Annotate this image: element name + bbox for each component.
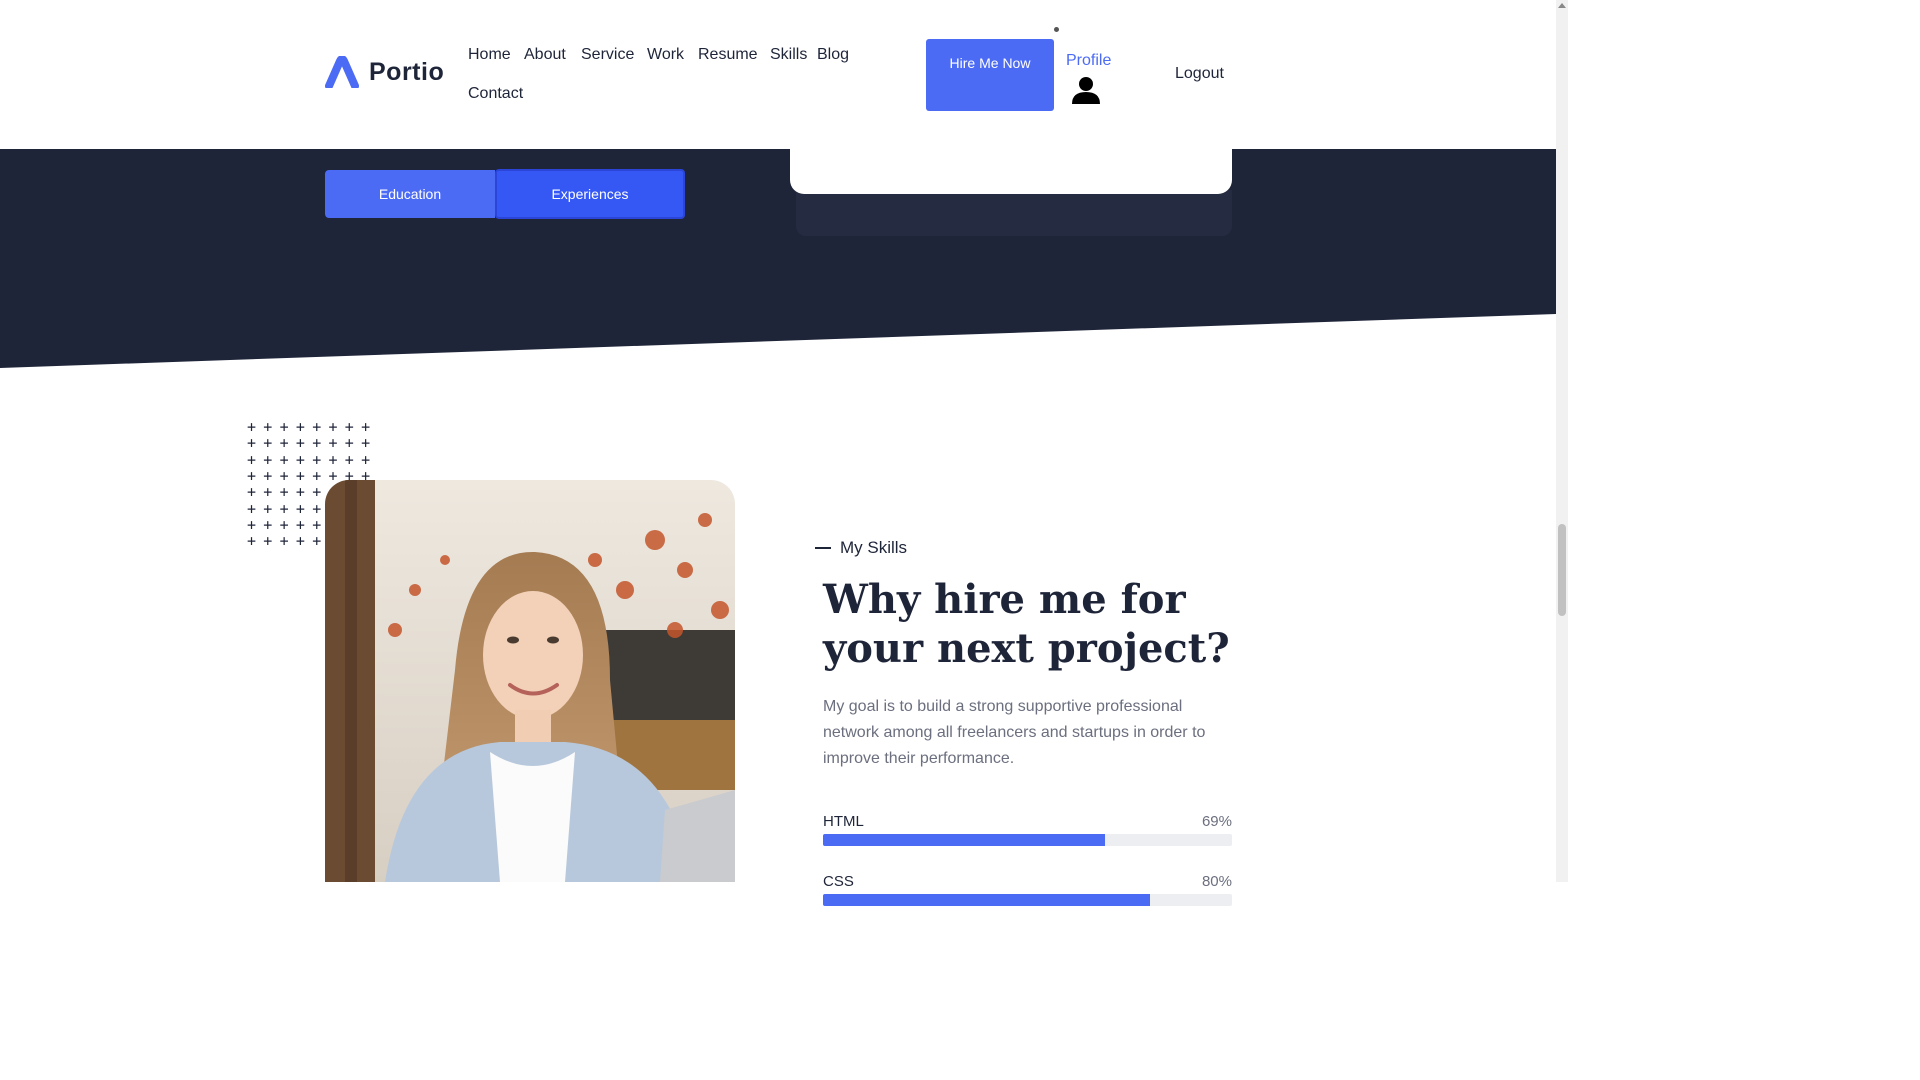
skill-progress-fill	[823, 894, 1151, 906]
kicker-dash	[815, 547, 831, 549]
plus-mark: +	[295, 532, 305, 551]
plus-mark: +	[361, 450, 371, 469]
skill-html: HTML 69%	[823, 813, 1232, 846]
plus-mark: +	[279, 499, 289, 518]
tab-experiences[interactable]: Experiences	[495, 169, 685, 219]
plus-mark: +	[247, 466, 257, 485]
skill-percent: 80%	[1201, 873, 1232, 890]
plus-mark: +	[263, 466, 273, 485]
nav-about[interactable]: About	[524, 46, 566, 64]
skill-progress-fill	[823, 834, 1106, 846]
nav-service[interactable]: Service	[581, 46, 634, 64]
plus-mark: +	[295, 450, 305, 469]
plus-mark: +	[247, 434, 257, 453]
logout-link[interactable]: Logout	[1175, 65, 1224, 83]
plus-mark: +	[247, 418, 257, 436]
plus-mark: +	[328, 418, 338, 436]
resume-card-shadow	[796, 190, 1232, 236]
plus-mark: +	[279, 515, 289, 534]
plus-mark: +	[279, 418, 289, 436]
nav-blog[interactable]: Blog	[817, 46, 849, 64]
plus-mark: +	[312, 434, 322, 453]
plus-mark: +	[361, 434, 371, 453]
plus-mark: +	[328, 450, 338, 469]
plus-mark: +	[263, 499, 273, 518]
plus-mark: +	[312, 499, 322, 518]
plus-mark: +	[328, 466, 338, 485]
skill-progress-bar	[823, 834, 1232, 846]
skill-percent: 69%	[1201, 813, 1232, 830]
profile-photo	[325, 480, 735, 882]
plus-mark: +	[263, 434, 273, 453]
plus-mark: +	[312, 515, 322, 534]
profile-link[interactable]: Profile	[1066, 52, 1126, 104]
plus-mark: +	[279, 466, 289, 485]
nav-work[interactable]: Work	[647, 46, 684, 64]
resume-tabs: Education Experiences	[325, 169, 685, 219]
brand-name: Portio	[369, 57, 445, 86]
plus-mark: +	[279, 532, 289, 551]
plus-mark: +	[263, 515, 273, 534]
scroll-up-arrow-icon[interactable]	[1558, 3, 1566, 8]
plus-mark: +	[295, 515, 305, 534]
plus-mark: +	[312, 466, 322, 485]
plus-mark: +	[295, 499, 305, 518]
plus-mark: +	[279, 434, 289, 453]
plus-mark: +	[312, 418, 322, 436]
skill-name: CSS	[823, 873, 854, 890]
photo-illustration	[325, 480, 735, 882]
nav-skills[interactable]: Skills	[770, 46, 807, 64]
plus-mark: +	[247, 499, 257, 518]
nav-dot	[1054, 27, 1059, 32]
plus-mark: +	[263, 532, 273, 551]
plus-mark: +	[295, 466, 305, 485]
kicker-label: My Skills	[840, 538, 908, 557]
skills-heading: Why hire me for your next project?	[823, 576, 1230, 672]
page-scrollbar[interactable]	[1556, 0, 1568, 882]
plus-mark: +	[361, 418, 371, 436]
plus-mark: +	[263, 418, 273, 436]
plus-mark: +	[344, 434, 354, 453]
plus-mark: +	[263, 450, 273, 469]
skill-name: HTML	[823, 813, 864, 830]
plus-mark: +	[328, 434, 338, 453]
plus-mark: +	[263, 483, 273, 502]
plus-mark: +	[247, 450, 257, 469]
skills-description: My goal is to build a strong supportive …	[823, 698, 1206, 767]
plus-mark: +	[344, 418, 354, 436]
nav-home[interactable]: Home	[468, 46, 511, 64]
plus-mark: +	[344, 450, 354, 469]
nav-resume[interactable]: Resume	[698, 46, 758, 64]
plus-mark: +	[279, 483, 289, 502]
scrollbar-thumb[interactable]	[1558, 524, 1566, 616]
nav-contact[interactable]: Contact	[468, 85, 523, 103]
hire-me-button[interactable]: Hire Me Now	[926, 39, 1054, 111]
user-icon	[1072, 77, 1100, 104]
logo-icon	[325, 56, 359, 88]
plus-mark: +	[247, 483, 257, 502]
site-header: Portio Home About Service Work Resume Sk…	[0, 0, 1556, 149]
skills-kicker: My Skills	[815, 538, 907, 558]
plus-mark: +	[295, 418, 305, 436]
plus-mark: +	[312, 532, 322, 551]
plus-mark: +	[279, 450, 289, 469]
profile-label: Profile	[1066, 52, 1112, 69]
plus-mark: +	[247, 515, 257, 534]
skill-progress-bar	[823, 894, 1232, 906]
plus-mark: +	[312, 450, 322, 469]
tab-education[interactable]: Education	[325, 170, 495, 218]
brand-logo[interactable]: Portio	[325, 56, 444, 88]
plus-mark: +	[247, 532, 257, 551]
plus-mark: +	[312, 483, 322, 502]
plus-mark: +	[295, 434, 305, 453]
plus-mark: +	[295, 483, 305, 502]
skill-css: CSS 80%	[823, 873, 1232, 906]
